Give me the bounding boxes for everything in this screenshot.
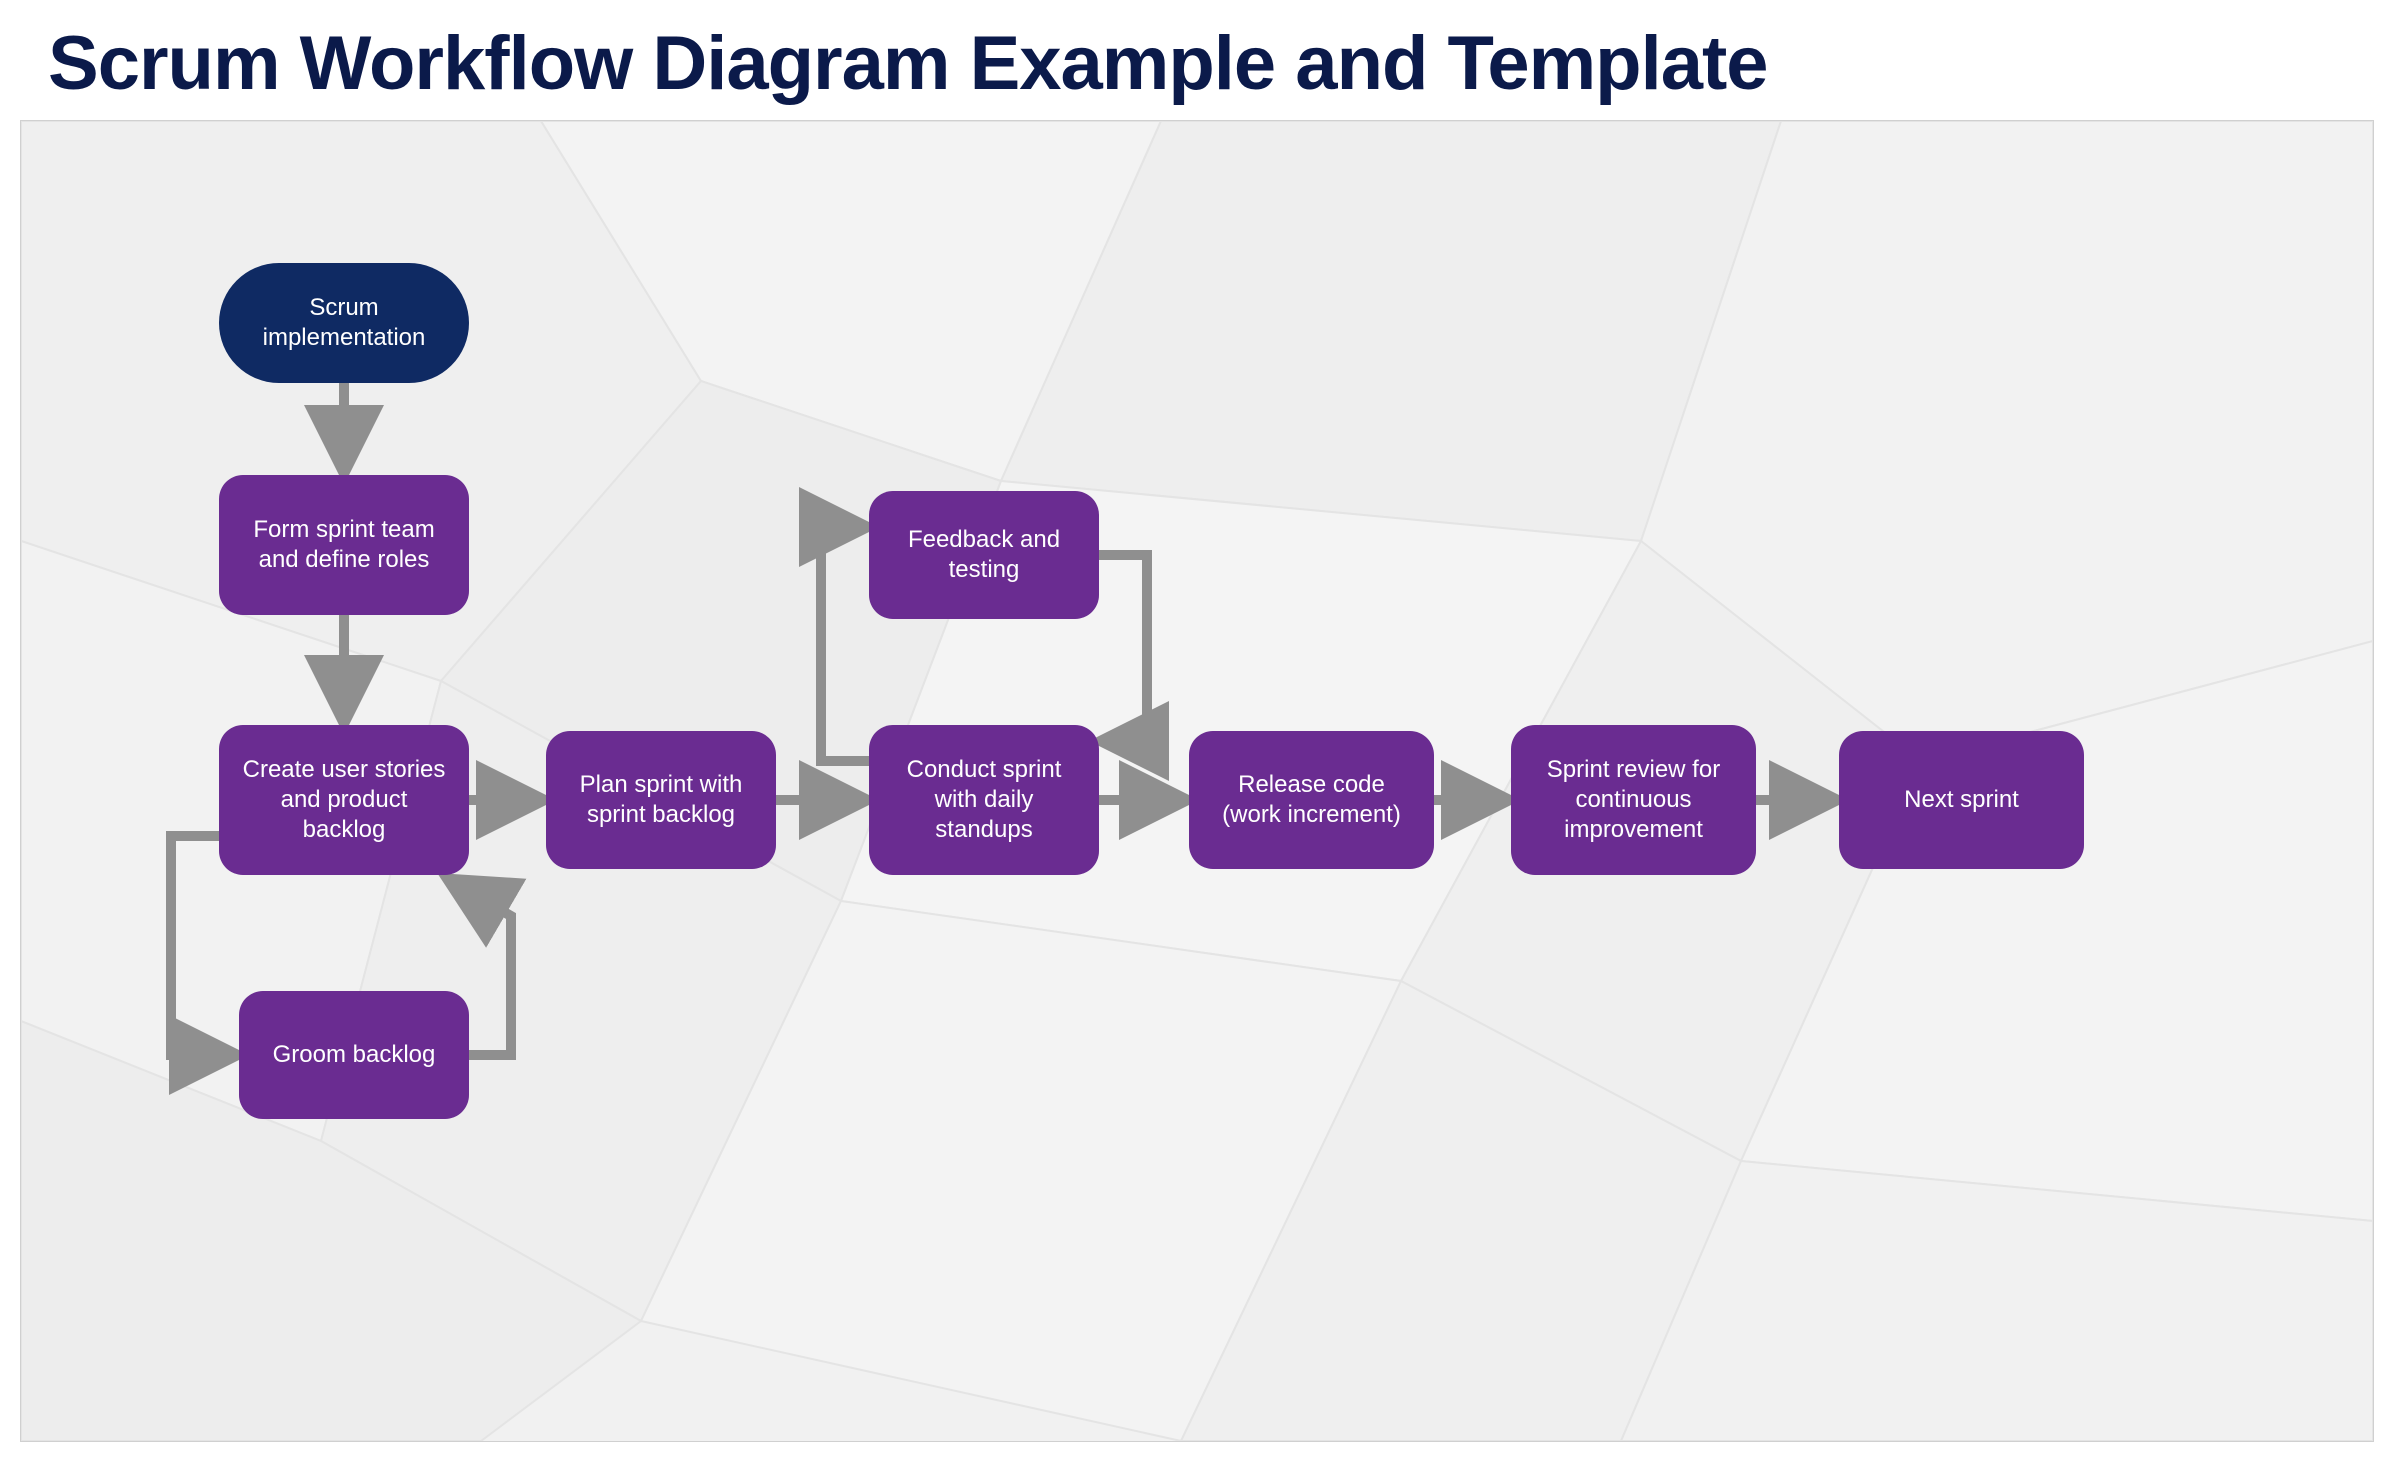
node-label: Release code (work increment) (1209, 770, 1414, 830)
node-sprint-review: Sprint review for continuous improvement (1511, 725, 1756, 875)
node-label: Form sprint team and define roles (239, 515, 449, 575)
diagram-canvas: Scrum implementation Form sprint team an… (20, 120, 2374, 1442)
node-next-sprint: Next sprint (1839, 731, 2084, 869)
node-label: Feedback and testing (889, 525, 1079, 585)
node-scrum-implementation: Scrum implementation (219, 263, 469, 383)
node-plan-sprint: Plan sprint with sprint backlog (546, 731, 776, 869)
node-form-sprint-team: Form sprint team and define roles (219, 475, 469, 615)
node-label: Plan sprint with sprint backlog (566, 770, 756, 830)
node-label: Next sprint (1904, 785, 2019, 815)
node-release-code: Release code (work increment) (1189, 731, 1434, 869)
page-title: Scrum Workflow Diagram Example and Templ… (48, 20, 1768, 107)
node-label: Scrum implementation (239, 293, 449, 353)
node-conduct-sprint: Conduct sprint with daily standups (869, 725, 1099, 875)
node-groom-backlog: Groom backlog (239, 991, 469, 1119)
node-label: Create user stories and product backlog (239, 755, 449, 845)
node-label: Conduct sprint with daily standups (889, 755, 1079, 845)
node-label: Groom backlog (273, 1040, 436, 1070)
node-create-user-stories: Create user stories and product backlog (219, 725, 469, 875)
node-feedback-testing: Feedback and testing (869, 491, 1099, 619)
node-label: Sprint review for continuous improvement (1531, 755, 1736, 845)
